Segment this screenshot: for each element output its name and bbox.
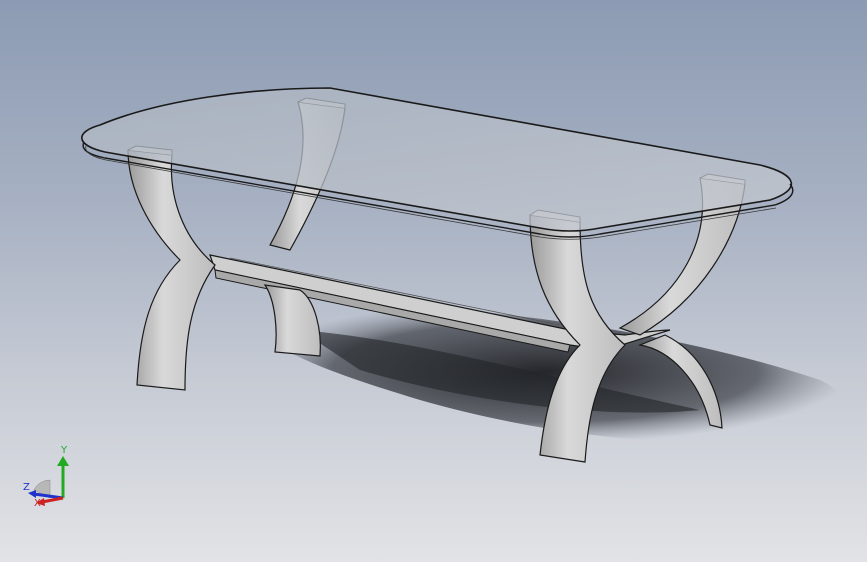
glass-tabletop[interactable] bbox=[81, 87, 794, 240]
coordinate-triad: Y Z X bbox=[20, 440, 80, 510]
x-axis-label: X bbox=[34, 498, 41, 509]
model-scene[interactable] bbox=[0, 0, 867, 562]
graphics-viewport[interactable]: Y Z X bbox=[0, 0, 867, 562]
leg-front-left[interactable] bbox=[127, 145, 216, 391]
x-axis-arrow bbox=[41, 496, 64, 504]
z-axis-label: Z bbox=[23, 482, 30, 493]
y-axis-label: Y bbox=[60, 445, 68, 456]
